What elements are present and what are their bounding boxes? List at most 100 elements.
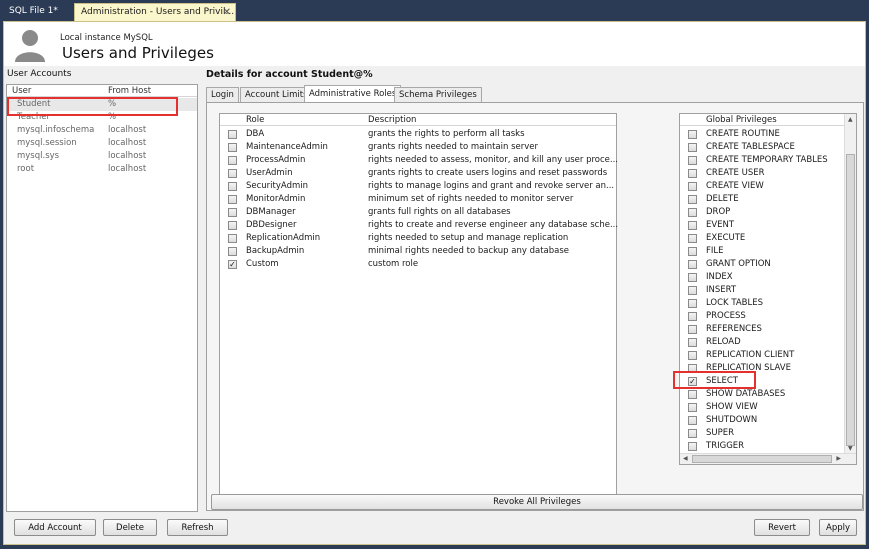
account-row[interactable]: Student% bbox=[7, 98, 197, 111]
horizontal-scrollbar[interactable]: ◀ ▶ bbox=[680, 453, 856, 464]
subtab-administrative-roles[interactable]: Administrative Roles bbox=[304, 85, 402, 102]
privilege-row[interactable]: REPLICATION CLIENT bbox=[680, 349, 844, 362]
privilege-row[interactable]: SHOW VIEW bbox=[680, 401, 844, 414]
subtab-account-limits[interactable]: Account Limits bbox=[240, 87, 313, 102]
privilege-checkbox[interactable] bbox=[688, 208, 697, 217]
role-row[interactable]: MaintenanceAdmin grants rights needed to … bbox=[220, 141, 616, 154]
roles-list[interactable]: Role Description DBA grants the rights to… bbox=[219, 113, 618, 506]
role-checkbox[interactable] bbox=[228, 182, 237, 191]
scroll-thumb[interactable] bbox=[846, 154, 855, 446]
privilege-checkbox[interactable] bbox=[688, 442, 697, 451]
revert-button[interactable]: Revert bbox=[754, 519, 810, 536]
scroll-right-icon[interactable]: ▶ bbox=[836, 455, 841, 462]
revoke-all-privileges-button[interactable]: Revoke All Privileges bbox=[211, 494, 863, 510]
privilege-row[interactable]: CREATE TABLESPACE bbox=[680, 141, 844, 154]
privilege-checkbox[interactable] bbox=[688, 390, 697, 399]
role-row[interactable]: ✓ Custom custom role bbox=[220, 258, 616, 271]
privilege-row[interactable]: GRANT OPTION bbox=[680, 258, 844, 271]
privilege-row[interactable]: ✓ SELECT bbox=[680, 375, 844, 388]
role-row[interactable]: DBDesigner rights to create and reverse e… bbox=[220, 219, 618, 232]
privilege-row[interactable]: SHOW DATABASES bbox=[680, 388, 844, 401]
privilege-row[interactable]: CREATE ROUTINE bbox=[680, 128, 844, 141]
tab-administration[interactable]: Administration - Users and Privil... ✕ bbox=[74, 3, 236, 21]
privilege-row[interactable]: CREATE VIEW bbox=[680, 180, 844, 193]
privilege-checkbox[interactable] bbox=[688, 156, 697, 165]
privilege-row[interactable]: DROP bbox=[680, 206, 844, 219]
close-icon[interactable]: ✕ bbox=[223, 4, 231, 21]
privilege-row[interactable]: CREATE TEMPORARY TABLES bbox=[680, 154, 844, 167]
tab-sql-file[interactable]: SQL File 1* bbox=[3, 3, 71, 21]
privilege-checkbox[interactable] bbox=[688, 299, 697, 308]
subtab-login[interactable]: Login bbox=[206, 87, 239, 102]
privilege-checkbox[interactable] bbox=[688, 234, 697, 243]
privilege-row[interactable]: EXECUTE bbox=[680, 232, 844, 245]
privilege-checkbox[interactable] bbox=[688, 195, 697, 204]
role-row[interactable]: BackupAdmin minimal rights needed to back… bbox=[220, 245, 616, 258]
role-checkbox[interactable] bbox=[228, 247, 237, 256]
column-description[interactable]: Description bbox=[368, 115, 416, 125]
privilege-checkbox[interactable] bbox=[688, 338, 697, 347]
role-row[interactable]: MonitorAdmin minimum set of rights needed… bbox=[220, 193, 616, 206]
role-checkbox[interactable] bbox=[228, 143, 237, 152]
role-row[interactable]: ProcessAdmin rights needed to assess, mon… bbox=[220, 154, 618, 167]
privilege-checkbox[interactable] bbox=[688, 130, 697, 139]
privilege-row[interactable]: RELOAD bbox=[680, 336, 844, 349]
column-user[interactable]: User bbox=[12, 86, 31, 96]
role-row[interactable]: UserAdmin grants rights to create users l… bbox=[220, 167, 616, 180]
role-checkbox[interactable] bbox=[228, 156, 237, 165]
scroll-left-icon[interactable]: ◀ bbox=[683, 455, 688, 462]
delete-button[interactable]: Delete bbox=[103, 519, 157, 536]
privilege-checkbox[interactable] bbox=[688, 416, 697, 425]
privilege-row[interactable]: LOCK TABLES bbox=[680, 297, 844, 310]
privilege-row[interactable]: INSERT bbox=[680, 284, 844, 297]
privilege-checkbox[interactable] bbox=[688, 143, 697, 152]
privilege-checkbox[interactable] bbox=[688, 403, 697, 412]
privilege-checkbox[interactable] bbox=[688, 429, 697, 438]
privilege-row[interactable]: EVENT bbox=[680, 219, 844, 232]
privilege-checkbox[interactable] bbox=[688, 364, 697, 373]
privilege-row[interactable]: FILE bbox=[680, 245, 844, 258]
privilege-checkbox[interactable] bbox=[688, 260, 697, 269]
privilege-checkbox[interactable] bbox=[688, 286, 697, 295]
role-checkbox[interactable] bbox=[228, 130, 237, 139]
privilege-row[interactable]: DELETE bbox=[680, 193, 844, 206]
role-checkbox[interactable] bbox=[228, 221, 237, 230]
column-global-privileges[interactable]: Global Privileges bbox=[706, 115, 777, 125]
privilege-checkbox[interactable] bbox=[688, 221, 697, 230]
scroll-down-icon[interactable]: ▼ bbox=[848, 445, 853, 452]
subtab-schema-privileges[interactable]: Schema Privileges bbox=[394, 87, 482, 102]
user-accounts-list[interactable]: User From Host Student% Teacher% mysql.inf… bbox=[6, 84, 198, 512]
role-row[interactable]: ReplicationAdmin rights needed to setup a… bbox=[220, 232, 616, 245]
column-role[interactable]: Role bbox=[246, 115, 264, 125]
vertical-scrollbar[interactable]: ▲ ▼ bbox=[844, 114, 856, 454]
privilege-checkbox[interactable] bbox=[688, 312, 697, 321]
privilege-row[interactable]: REFERENCES bbox=[680, 323, 844, 336]
column-from-host[interactable]: From Host bbox=[108, 86, 151, 96]
role-checkbox[interactable] bbox=[228, 234, 237, 243]
privilege-checkbox[interactable] bbox=[688, 273, 697, 282]
privilege-row[interactable]: CREATE USER bbox=[680, 167, 844, 180]
privilege-checkbox[interactable] bbox=[688, 351, 697, 360]
privilege-row[interactable]: REPLICATION SLAVE bbox=[680, 362, 844, 375]
privilege-row[interactable]: TRIGGER bbox=[680, 440, 844, 453]
global-privileges-list[interactable]: Global Privileges CREATE ROUTINE CREATE T… bbox=[679, 113, 857, 465]
role-row[interactable]: DBA grants the rights to perform all task… bbox=[220, 128, 616, 141]
role-row[interactable]: DBManager grants full rights on all datab… bbox=[220, 206, 616, 219]
account-row[interactable]: mysql.infoschema localhost bbox=[7, 124, 197, 137]
account-row[interactable]: root localhost bbox=[7, 163, 197, 176]
account-row[interactable]: Teacher% bbox=[7, 111, 197, 124]
role-checkbox-checked[interactable]: ✓ bbox=[228, 260, 237, 269]
privilege-checkbox-checked[interactable]: ✓ bbox=[688, 377, 697, 386]
hscroll-thumb[interactable] bbox=[692, 455, 832, 463]
role-checkbox[interactable] bbox=[228, 195, 237, 204]
scroll-up-icon[interactable]: ▲ bbox=[848, 116, 853, 123]
account-row[interactable]: mysql.session localhost bbox=[7, 137, 197, 150]
privilege-checkbox[interactable] bbox=[688, 247, 697, 256]
privilege-row[interactable]: SUPER bbox=[680, 427, 844, 440]
apply-button[interactable]: Apply bbox=[819, 519, 857, 536]
privilege-row[interactable]: INDEX bbox=[680, 271, 844, 284]
privilege-checkbox[interactable] bbox=[688, 182, 697, 191]
add-account-button[interactable]: Add Account bbox=[14, 519, 96, 536]
privilege-checkbox[interactable] bbox=[688, 325, 697, 334]
account-row[interactable]: mysql.sys localhost bbox=[7, 150, 197, 163]
